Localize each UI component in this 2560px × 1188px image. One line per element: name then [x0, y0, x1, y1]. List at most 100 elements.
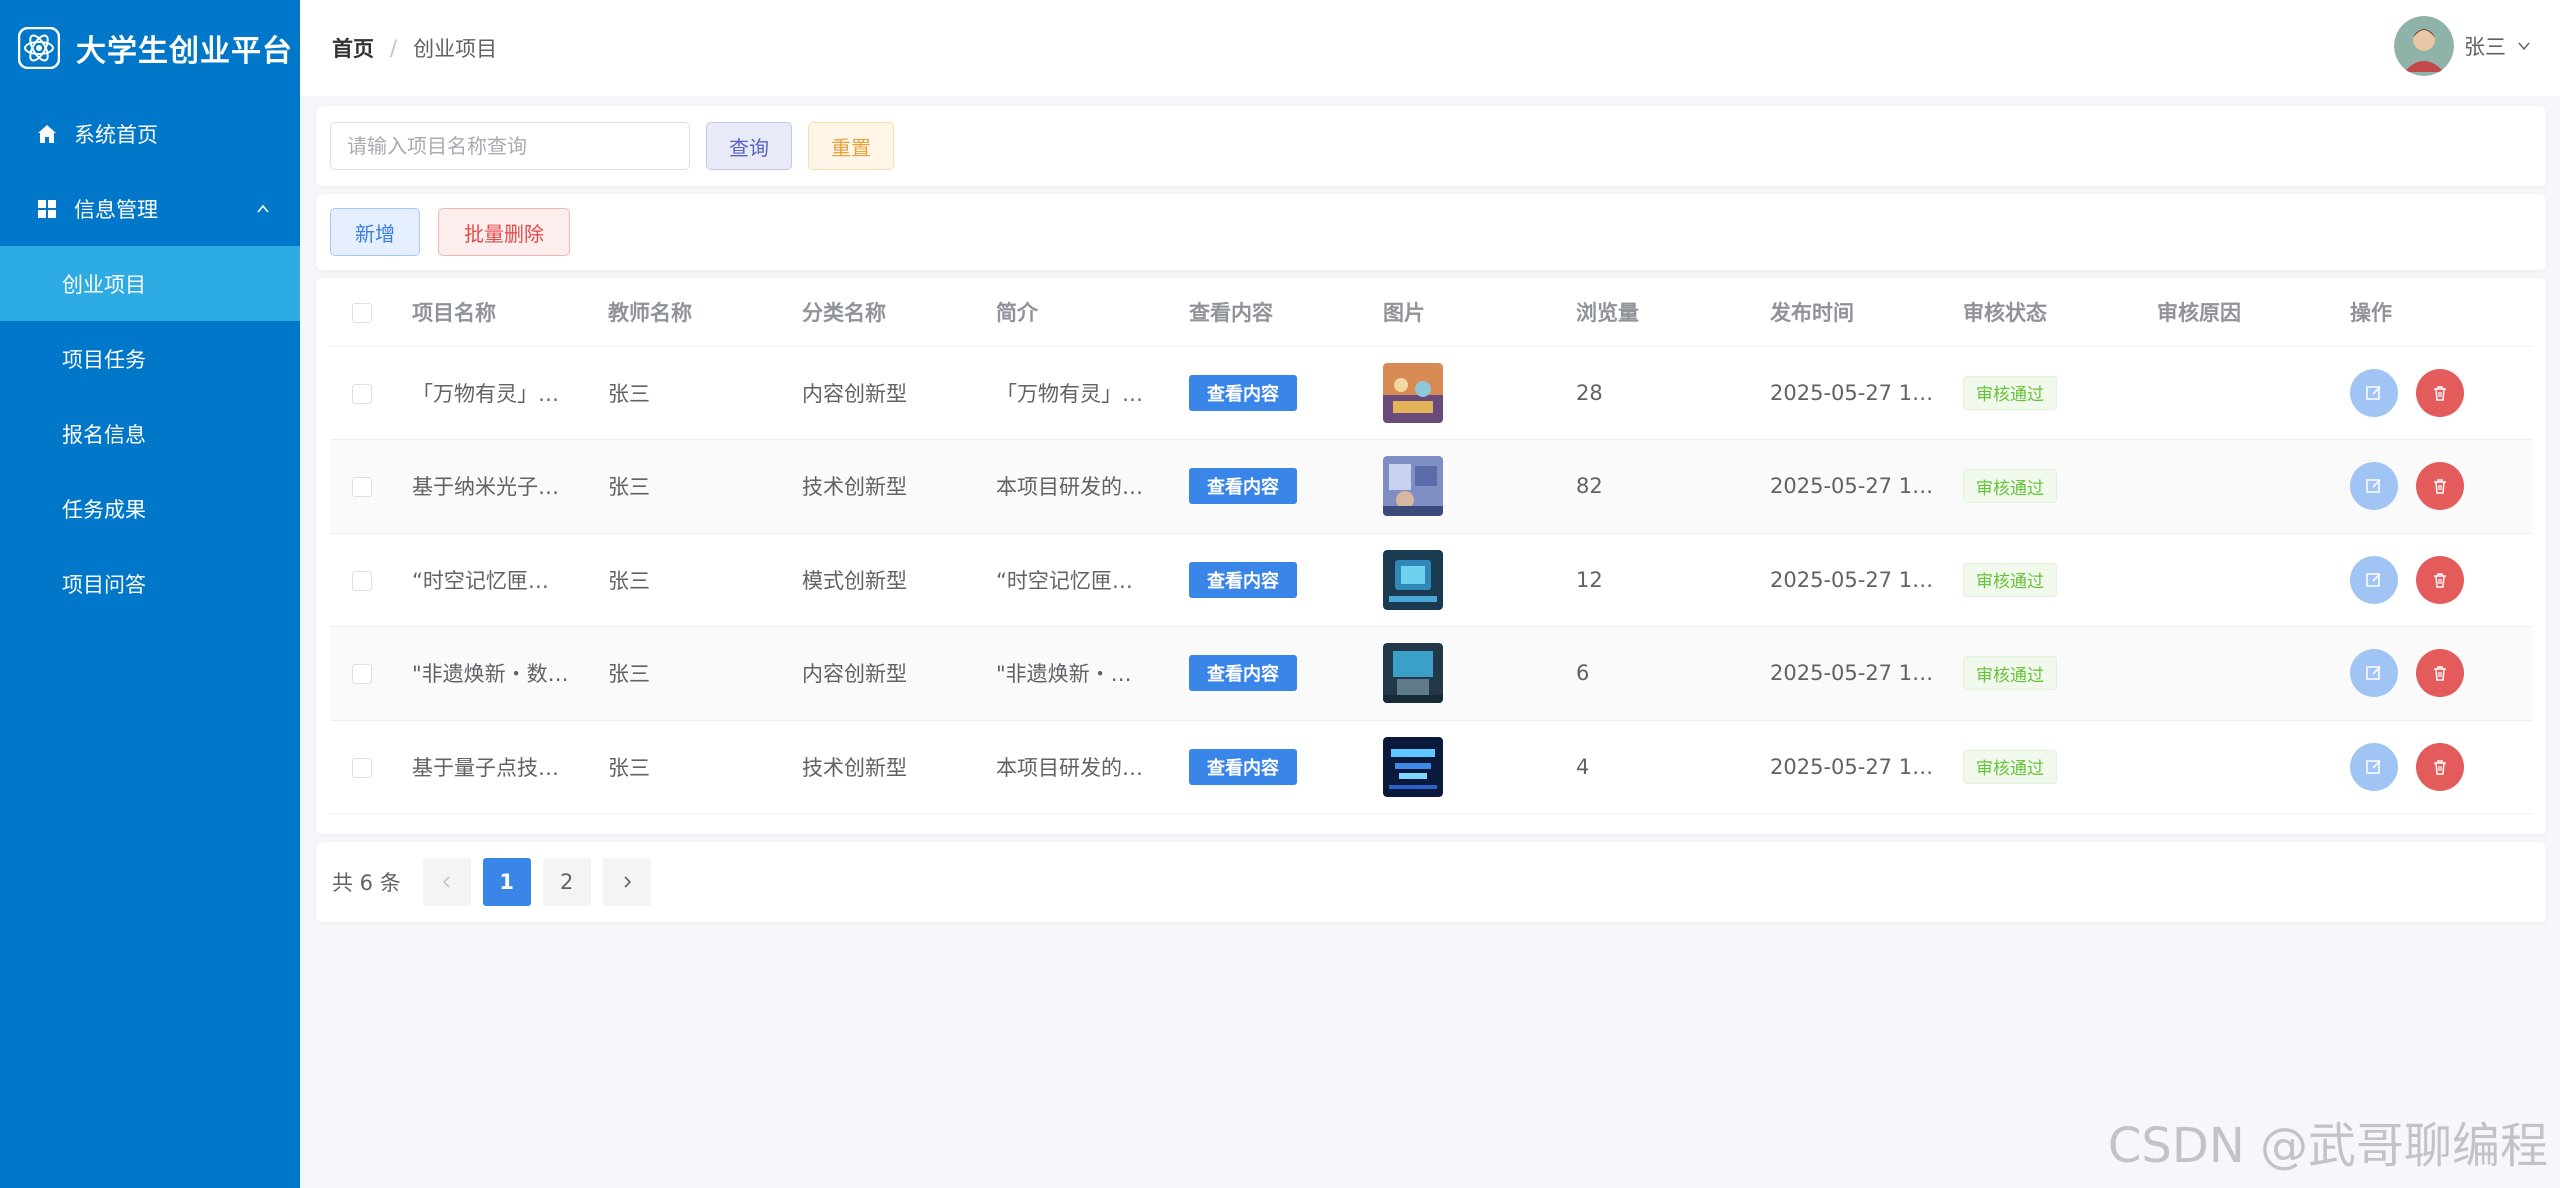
delete-button[interactable] [2416, 555, 2464, 604]
row-checkbox[interactable] [352, 477, 372, 498]
teacher-name: 张三 [608, 346, 802, 440]
chevron-left-icon [442, 876, 450, 888]
view-content-button[interactable]: 查看内容 [1189, 655, 1297, 692]
add-button[interactable]: 新增 [330, 208, 420, 256]
edit-icon [2366, 386, 2381, 400]
search-bar: 查询 重置 [316, 106, 2546, 186]
project-name: “时空记忆匣… [412, 533, 608, 627]
header: 首页 / 创业项目 张三 [300, 0, 2560, 96]
breadcrumb-home[interactable]: 首页 [332, 33, 374, 63]
view-count: 12 [1576, 533, 1770, 627]
project-image[interactable] [1383, 643, 1443, 704]
sidebar-item-results[interactable]: 任务成果 [0, 471, 300, 546]
column-header: 审核原因 [2157, 278, 2350, 347]
view-content-button[interactable]: 查看内容 [1189, 468, 1297, 505]
row-checkbox[interactable] [352, 570, 372, 591]
sidebar-item-label: 系统首页 [74, 122, 158, 147]
publish-time: 2025-05-27 1… [1770, 626, 1963, 721]
edit-icon [2366, 666, 2381, 680]
sidebar-item-info-management[interactable]: 信息管理 [0, 171, 300, 246]
view-content-button[interactable]: 查看内容 [1189, 561, 1297, 598]
query-button[interactable]: 查询 [706, 122, 792, 170]
pagination: 共 6 条 1 2 [316, 842, 2546, 922]
chevron-up-icon [257, 204, 269, 213]
status-badge: 审核通过 [1963, 656, 2057, 691]
sidebar-item-label: 报名信息 [62, 422, 146, 447]
project-image[interactable] [1383, 549, 1443, 610]
edit-button[interactable] [2350, 742, 2398, 791]
project-name: 基于量子点技… [412, 720, 608, 814]
edit-button[interactable] [2350, 462, 2398, 511]
category-name: 技术创新型 [802, 720, 996, 814]
row-checkbox[interactable] [352, 757, 372, 778]
edit-button[interactable] [2350, 368, 2398, 417]
view-content-button[interactable]: 查看内容 [1189, 374, 1297, 411]
project-table-card: 项目名称 教师名称 分类名称 简介 查看内容 图片 浏览量 发布时间 审核状态 … [316, 278, 2546, 834]
review-reason [2157, 346, 2350, 440]
delete-button[interactable] [2416, 649, 2464, 698]
sidebar-item-qa[interactable]: 项目问答 [0, 546, 300, 621]
sidebar-item-registrations[interactable]: 报名信息 [0, 396, 300, 471]
delete-button[interactable] [2416, 462, 2464, 511]
category-name: 技术创新型 [802, 439, 996, 534]
breadcrumb-current: 创业项目 [413, 37, 498, 61]
review-reason [2157, 626, 2350, 721]
sidebar-item-projects[interactable]: 创业项目 [0, 246, 300, 321]
select-all-checkbox[interactable] [352, 302, 372, 323]
column-header: 分类名称 [802, 278, 996, 347]
edit-icon [2366, 573, 2381, 587]
column-header: 简介 [996, 278, 1189, 347]
trash-icon [2434, 479, 2446, 494]
delete-button[interactable] [2416, 368, 2464, 417]
reset-button[interactable]: 重置 [808, 122, 894, 170]
grid-icon [38, 199, 56, 218]
edit-button[interactable] [2350, 649, 2398, 698]
column-header: 查看内容 [1189, 278, 1383, 347]
project-image[interactable] [1383, 456, 1443, 517]
row-actions [2350, 368, 2532, 417]
page-button[interactable]: 2 [542, 858, 591, 906]
sidebar-item-tasks[interactable]: 项目任务 [0, 321, 300, 396]
brand: 大学生创业平台 [0, 0, 300, 96]
status-badge: 审核通过 [1963, 375, 2057, 410]
atom-logo-icon [18, 27, 60, 69]
table-row: "非遗焕新・数… 张三 内容创新型 "非遗焕新・… 查看内容 6 2025-05… [330, 626, 2532, 721]
sidebar-item-home[interactable]: 系统首页 [0, 96, 300, 171]
home-icon [38, 124, 56, 143]
row-checkbox[interactable] [352, 664, 372, 685]
sidebar-item-label: 项目问答 [62, 572, 146, 597]
table-header-row: 项目名称 教师名称 分类名称 简介 查看内容 图片 浏览量 发布时间 审核状态 … [330, 278, 2532, 347]
user-menu[interactable]: 张三 [2394, 16, 2532, 76]
teacher-name: 张三 [608, 720, 802, 814]
view-count: 28 [1576, 346, 1770, 440]
row-checkbox[interactable] [352, 383, 372, 404]
project-image[interactable] [1383, 362, 1443, 423]
row-actions [2350, 742, 2532, 791]
batch-delete-button[interactable]: 批量删除 [438, 208, 570, 256]
view-content-button[interactable]: 查看内容 [1189, 748, 1297, 785]
edit-icon [2366, 760, 2381, 774]
page-button[interactable]: 1 [482, 858, 531, 906]
delete-button[interactable] [2416, 742, 2464, 791]
category-name: 内容创新型 [802, 626, 996, 721]
intro: 本项目研发的… [996, 439, 1189, 534]
next-page-button[interactable] [602, 858, 651, 906]
teacher-name: 张三 [608, 439, 802, 534]
search-input[interactable] [330, 122, 690, 170]
project-image[interactable] [1383, 736, 1443, 797]
sidebar-item-label: 创业项目 [62, 272, 146, 297]
view-count: 4 [1576, 720, 1770, 814]
intro: "非遗焕新・… [996, 626, 1189, 721]
project-table: 项目名称 教师名称 分类名称 简介 查看内容 图片 浏览量 发布时间 审核状态 … [330, 278, 2532, 814]
edit-button[interactable] [2350, 555, 2398, 604]
trash-icon [2434, 573, 2446, 588]
table-row: “时空记忆匣… 张三 模式创新型 “时空记忆匣… 查看内容 12 2025-05… [330, 533, 2532, 627]
prev-page-button[interactable] [422, 858, 471, 906]
avatar [2394, 16, 2454, 76]
status-badge: 审核通过 [1963, 469, 2057, 504]
column-header: 项目名称 [412, 278, 608, 347]
table-row: 基于量子点技… 张三 技术创新型 本项目研发的… 查看内容 4 2025-05-… [330, 720, 2532, 814]
intro: 本项目研发的… [996, 720, 1189, 814]
review-reason [2157, 533, 2350, 627]
sidebar: 大学生创业平台 系统首页 信息管理 创业项目 项目任务 报名信息 任务成果 项目… [0, 0, 300, 1188]
